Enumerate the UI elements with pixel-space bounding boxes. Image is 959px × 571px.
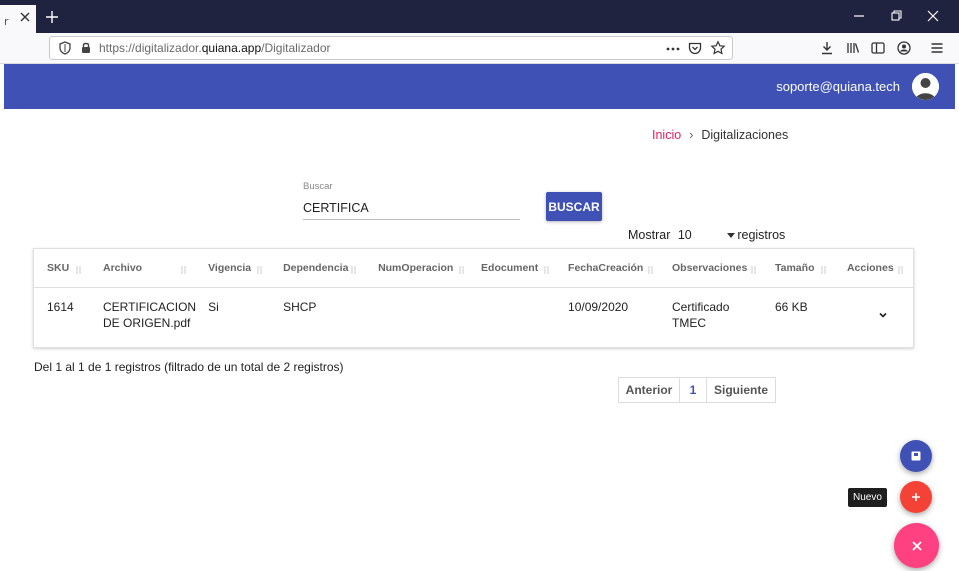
column-header-dependencia[interactable]: Dependencia (283, 249, 379, 288)
page-length-select[interactable]: 10 (677, 228, 735, 242)
breadcrumb-current: Digitalizaciones (701, 128, 789, 142)
shield-icon[interactable] (57, 40, 73, 56)
browser-tab-bar: r (0, 0, 959, 33)
column-header-acciones[interactable]: Acciones (846, 249, 913, 288)
cell-tamano: 66 KB (775, 299, 808, 314)
tab-title: r (4, 15, 9, 28)
more-horizontal-icon[interactable] (665, 41, 681, 57)
plus-icon[interactable] (44, 9, 60, 25)
sort-icon (257, 266, 262, 274)
pagination: Anterior 1 Siguiente (618, 377, 776, 403)
close-icon[interactable] (18, 10, 32, 24)
column-header-tamano[interactable]: Tamaño (775, 249, 847, 288)
table-header-row: SKU Archivo Vigencia Dependencia NumOper… (34, 249, 913, 288)
app-header: soporte@quiana.tech (4, 64, 955, 109)
cell-vigencia: Si (208, 299, 219, 314)
column-header-vigencia[interactable]: Vigencia (208, 249, 284, 288)
fab-save-button[interactable] (900, 440, 932, 472)
sort-icon (76, 266, 81, 274)
fab-main-close-button[interactable] (894, 523, 939, 568)
search-button[interactable]: BUSCAR (546, 192, 602, 221)
minimize-icon[interactable] (852, 9, 866, 23)
length-suffix-label: registros (737, 228, 786, 242)
user-avatar-icon (912, 73, 939, 100)
avatar[interactable] (912, 73, 939, 100)
cell-fecha-creacion: 10/09/2020 (568, 299, 629, 314)
hamburger-icon[interactable] (929, 40, 945, 56)
breadcrumb-home-link[interactable]: Inicio (652, 128, 681, 142)
search-input[interactable] (303, 197, 520, 220)
cell-dependencia: SHCP (283, 299, 317, 314)
sort-icon (544, 266, 549, 274)
save-icon (911, 451, 921, 461)
table-row[interactable]: 1614 CERTIFICACION DE ORIGEN.pdf Si SHCP… (34, 287, 913, 347)
sort-icon (898, 266, 903, 274)
table-info-text: Del 1 al 1 de 1 registros (filtrado de u… (34, 360, 344, 374)
window-close-icon[interactable] (926, 9, 940, 23)
url-text: https://digitalizador.quiana.app/Digital… (99, 41, 331, 55)
lock-icon[interactable] (78, 40, 94, 56)
column-header-numoperacion[interactable]: NumOperacion (378, 249, 482, 288)
star-icon[interactable] (710, 40, 726, 56)
browser-nav-bar: https://digitalizador.quiana.app/Digital… (0, 33, 959, 64)
cell-edocument (481, 287, 568, 347)
pagination-previous[interactable]: Anterior (618, 377, 680, 403)
data-table-card: SKU Archivo Vigencia Dependencia NumOper… (33, 248, 914, 348)
sort-icon (751, 266, 756, 274)
restore-icon[interactable] (889, 9, 903, 23)
pagination-next[interactable]: Siguiente (707, 377, 776, 403)
fab-new-button[interactable] (900, 481, 932, 513)
fab-new-tooltip: Nuevo (848, 488, 887, 507)
column-header-edocument[interactable]: Edocument (481, 249, 569, 288)
sort-icon (459, 266, 464, 274)
caret-down-icon (726, 233, 735, 238)
cell-acciones (847, 287, 913, 347)
download-icon[interactable] (819, 40, 835, 56)
page-length-value: 10 (677, 228, 692, 242)
address-bar[interactable]: https://digitalizador.quiana.app/Digital… (49, 36, 733, 60)
cell-numoperacion (378, 287, 481, 347)
column-header-sku[interactable]: SKU (34, 249, 103, 288)
account-icon[interactable] (896, 40, 912, 56)
sort-icon (181, 266, 186, 274)
column-header-fechacreacion[interactable]: FechaCreación (568, 249, 673, 288)
breadcrumb-separator: › (689, 128, 694, 142)
sidebar-icon[interactable] (870, 40, 886, 56)
search-label: Buscar (303, 181, 333, 192)
sort-icon (821, 266, 826, 274)
sort-icon (648, 266, 653, 274)
library-icon[interactable] (845, 40, 861, 56)
browser-tab[interactable]: r (0, 5, 36, 33)
plus-icon (912, 493, 920, 501)
cell-observaciones: Certificado TMEC (672, 299, 730, 330)
column-header-observaciones[interactable]: Observaciones (672, 249, 775, 288)
data-table: SKU Archivo Vigencia Dependencia NumOper… (34, 249, 913, 347)
close-icon (911, 540, 922, 551)
column-header-archivo[interactable]: Archivo (102, 249, 209, 288)
cell-archivo: CERTIFICACION DE ORIGEN.pdf (102, 299, 197, 330)
user-email[interactable]: soporte@quiana.tech (776, 79, 900, 94)
chevron-down-icon[interactable] (878, 311, 888, 319)
length-prefix-label: Mostrar (628, 228, 671, 242)
pocket-icon[interactable] (687, 40, 703, 56)
sort-icon (351, 266, 356, 274)
page-length-control: Mostrar 10 registros (628, 228, 785, 242)
breadcrumb: Inicio › Digitalizaciones (652, 128, 788, 142)
pagination-page-1[interactable]: 1 (680, 377, 707, 403)
cell-sku: 1614 (47, 299, 74, 314)
